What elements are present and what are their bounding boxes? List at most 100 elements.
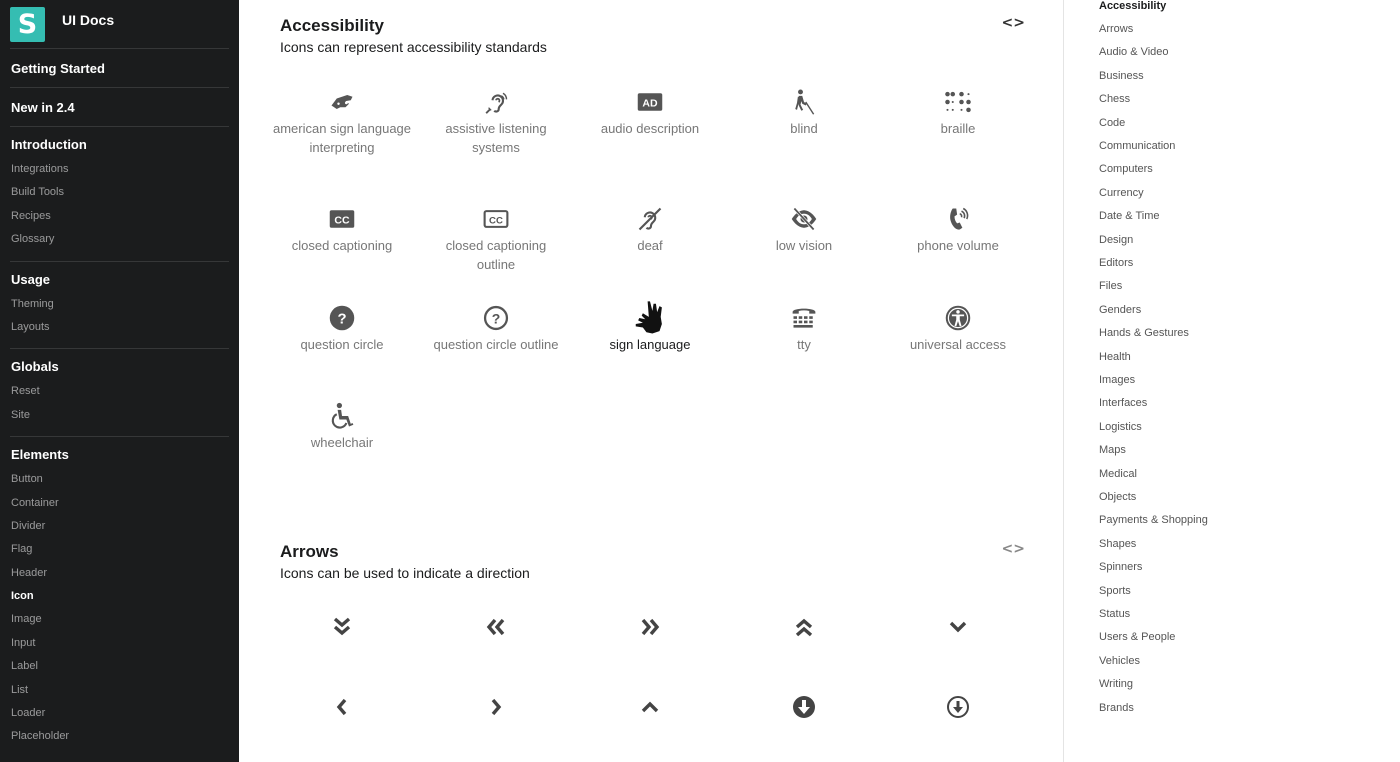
sidebar-group-globals: Globals Reset Site <box>0 349 239 436</box>
toc-item-sports[interactable]: Sports <box>1099 584 1131 598</box>
phone-volume-icon <box>881 202 1035 236</box>
toc-item-currency[interactable]: Currency <box>1099 186 1144 200</box>
toc-item-brands[interactable]: Brands <box>1099 701 1134 715</box>
toc-item-editors[interactable]: Editors <box>1099 256 1133 270</box>
icon-card[interactable]: CC closed captioning <box>265 202 419 256</box>
angle-double-down-icon[interactable] <box>265 610 419 644</box>
app-title[interactable]: UI Docs <box>62 12 114 28</box>
code-toggle-icon[interactable]: <> <box>1002 541 1025 557</box>
universal-access-icon <box>881 301 1035 335</box>
section-arrows: Arrows Icons can be used to indicate a d… <box>280 541 1025 762</box>
angle-double-right-icon[interactable] <box>573 610 727 644</box>
sidebar-item-label[interactable]: Label <box>0 658 239 681</box>
sidebar-group-title[interactable]: Usage <box>0 271 239 289</box>
sidebar-item-build-tools[interactable]: Build Tools <box>0 184 239 207</box>
sidebar-item-loader[interactable]: Loader <box>0 705 239 728</box>
icon-label: assistive listening systems <box>445 121 547 155</box>
icon-card[interactable]: low vision <box>727 202 881 256</box>
sidebar-group-elements: Elements Button Container Divider Flag H… <box>0 437 239 758</box>
angle-down-icon[interactable] <box>881 610 1035 644</box>
sidebar-item-list[interactable]: List <box>0 682 239 705</box>
section-title: Arrows <box>280 542 339 561</box>
icon-card[interactable]: phone volume <box>881 202 1035 256</box>
sidebar-item-container[interactable]: Container <box>0 495 239 518</box>
icon-card[interactable]: assistive listening systems <box>419 85 573 157</box>
sidebar-item-button[interactable]: Button <box>0 471 239 494</box>
sidebar-item-layouts[interactable]: Layouts <box>0 319 239 342</box>
icon-card[interactable]: wheelchair <box>265 399 419 453</box>
icon-label: sign language <box>609 337 691 352</box>
icon-card[interactable]: tty <box>727 301 881 355</box>
toc-item-payments-shopping[interactable]: Payments & Shopping <box>1099 513 1208 527</box>
angle-double-up-icon[interactable] <box>727 610 881 644</box>
sidebar-item-image[interactable]: Image <box>0 611 239 634</box>
icon-card[interactable]: braille <box>881 85 1035 139</box>
toc-item-status[interactable]: Status <box>1099 607 1130 621</box>
sidebar-group-title[interactable]: Globals <box>0 358 239 376</box>
icon-card[interactable]: universal access <box>881 301 1035 355</box>
toc-item-accessibility[interactable]: Accessibility <box>1099 0 1166 13</box>
sidebar-item-divider[interactable]: Divider <box>0 518 239 541</box>
toc-item-business[interactable]: Business <box>1099 69 1144 83</box>
closed-captioning-icon: CC <box>265 202 419 236</box>
toc-item-users-people[interactable]: Users & People <box>1099 630 1175 644</box>
toc-item-code[interactable]: Code <box>1099 116 1125 130</box>
toc-item-arrows[interactable]: Arrows <box>1099 22 1133 36</box>
toc-item-medical[interactable]: Medical <box>1099 467 1137 481</box>
angle-right-icon[interactable] <box>419 690 573 724</box>
toc-item-shapes[interactable]: Shapes <box>1099 537 1136 551</box>
toc-item-logistics[interactable]: Logistics <box>1099 420 1142 434</box>
toc-item-communication[interactable]: Communication <box>1099 139 1175 153</box>
toc-item-spinners[interactable]: Spinners <box>1099 560 1142 574</box>
toc-item-health[interactable]: Health <box>1099 350 1131 364</box>
sidebar-link-new-in-2-4[interactable]: New in 2.4 <box>0 88 239 126</box>
low-vision-icon <box>727 202 881 236</box>
code-toggle-icon[interactable]: <> <box>1002 15 1025 31</box>
sidebar-group-title[interactable]: Elements <box>0 446 239 464</box>
toc-item-design[interactable]: Design <box>1099 233 1133 247</box>
sidebar-item-input[interactable]: Input <box>0 635 239 658</box>
assistive-listening-systems-icon <box>419 85 573 119</box>
sidebar-item-integrations[interactable]: Integrations <box>0 161 239 184</box>
sidebar-link-getting-started[interactable]: Getting Started <box>0 49 239 87</box>
logo-icon[interactable]: S <box>10 6 45 42</box>
sidebar-item-reset[interactable]: Reset <box>0 383 239 406</box>
arrow-alternate-circle-down-icon[interactable] <box>727 690 881 724</box>
toc-item-date-time[interactable]: Date & Time <box>1099 209 1160 223</box>
toc-item-images[interactable]: Images <box>1099 373 1135 387</box>
sidebar-group-title[interactable]: Introduction <box>0 136 239 154</box>
toc-item-files[interactable]: Files <box>1099 279 1122 293</box>
icon-card[interactable]: ? question circle <box>265 301 419 355</box>
brand[interactable]: S UI Docs <box>0 0 239 48</box>
toc-item-vehicles[interactable]: Vehicles <box>1099 654 1140 668</box>
icon-card[interactable]: CC closed captioning outline <box>419 202 573 274</box>
toc-item-interfaces[interactable]: Interfaces <box>1099 396 1147 410</box>
sidebar-item-header[interactable]: Header <box>0 565 239 588</box>
sidebar-item-icon[interactable]: Icon <box>0 588 239 611</box>
icon-card[interactable]: american sign language interpreting <box>265 85 419 157</box>
icon-card[interactable]: AD audio description <box>573 85 727 139</box>
toc-item-writing[interactable]: Writing <box>1099 677 1133 691</box>
icon-card[interactable]: deaf <box>573 202 727 256</box>
toc-item-computers[interactable]: Computers <box>1099 162 1153 176</box>
toc-item-chess[interactable]: Chess <box>1099 92 1130 106</box>
sidebar-item-glossary[interactable]: Glossary <box>0 231 239 254</box>
sidebar-item-recipes[interactable]: Recipes <box>0 208 239 231</box>
icon-card[interactable]: ? question circle outline <box>419 301 573 355</box>
angle-double-left-icon[interactable] <box>419 610 573 644</box>
sidebar-item-placeholder[interactable]: Placeholder <box>0 728 239 751</box>
toc-item-hands-gestures[interactable]: Hands & Gestures <box>1099 326 1189 340</box>
angle-left-icon[interactable] <box>265 690 419 724</box>
toc-item-genders[interactable]: Genders <box>1099 303 1141 317</box>
sidebar-item-site[interactable]: Site <box>0 407 239 430</box>
arrow-alternate-circle-down-outline-icon[interactable] <box>881 690 1035 724</box>
icon-card[interactable]: sign language <box>573 301 727 355</box>
angle-up-icon[interactable] <box>573 690 727 724</box>
icon-card[interactable]: blind <box>727 85 881 139</box>
toc-item-audio-video[interactable]: Audio & Video <box>1099 45 1169 59</box>
toc-item-maps[interactable]: Maps <box>1099 443 1126 457</box>
sidebar-item-theming[interactable]: Theming <box>0 296 239 319</box>
sidebar-item-flag[interactable]: Flag <box>0 541 239 564</box>
toc-item-objects[interactable]: Objects <box>1099 490 1136 504</box>
question-circle-icon: ? <box>265 301 419 335</box>
